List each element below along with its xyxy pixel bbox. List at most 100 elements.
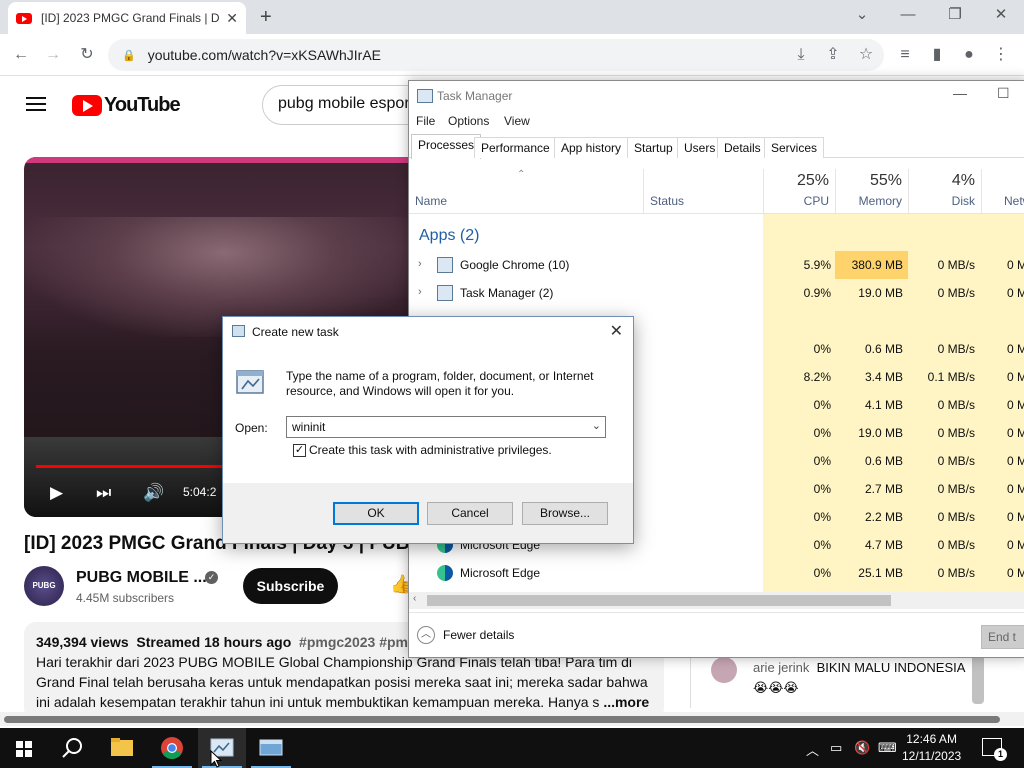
reading-list-icon[interactable]: ≡ xyxy=(894,44,916,66)
col-disk[interactable]: 4% Disk xyxy=(908,169,981,214)
admin-checkbox-label[interactable]: Create this task with administrative pri… xyxy=(309,443,552,457)
hashtags[interactable]: #pmgc2023 #pmgc xyxy=(299,634,424,650)
tm-minimize-icon[interactable]: — xyxy=(953,85,967,101)
task-manager-icon xyxy=(417,89,433,103)
install-icon[interactable]: ⤓ xyxy=(790,44,812,66)
process-memory: 2.7 MB xyxy=(864,482,903,496)
keyboard-icon[interactable]: ⌨ xyxy=(878,740,897,756)
task-manager-taskbar-button[interactable] xyxy=(198,728,246,768)
stream-time: Streamed 18 hours ago xyxy=(136,634,292,650)
menu-options[interactable]: Options xyxy=(448,114,489,128)
volume-icon[interactable]: 🔊 xyxy=(143,483,164,503)
video-progress-bar[interactable] xyxy=(36,465,222,468)
col-cpu[interactable]: 25% CPU xyxy=(763,169,835,214)
admin-checkbox[interactable]: ✓ xyxy=(293,444,306,457)
process-disk: 0 MB/s xyxy=(937,566,975,580)
subscribe-button[interactable]: Subscribe xyxy=(243,568,338,604)
menu-file[interactable]: File xyxy=(416,114,435,128)
tab-app-history[interactable]: App history xyxy=(554,137,629,158)
expand-chevron-icon[interactable]: › xyxy=(418,258,422,270)
share-icon[interactable]: ⇪ xyxy=(822,44,844,66)
youtube-logo[interactable]: YouTube xyxy=(72,94,181,117)
process-row[interactable]: › Task Manager (2) 0.9% 19.0 MB 0 MB/s 0 M xyxy=(409,279,1024,307)
start-button[interactable] xyxy=(0,728,48,768)
open-combobox[interactable]: wininit ⌄ xyxy=(286,416,606,438)
tab-performance[interactable]: Performance xyxy=(474,137,557,158)
volume-muted-icon[interactable]: 🔇 xyxy=(854,740,870,756)
col-name[interactable]: Name xyxy=(415,194,447,208)
sort-up-icon: ⌃ xyxy=(517,169,526,180)
profile-icon[interactable]: ● xyxy=(958,44,980,66)
tab-services[interactable]: Services xyxy=(764,137,825,158)
process-name: Task Manager (2) xyxy=(460,286,554,300)
ok-button[interactable]: OK xyxy=(333,502,419,525)
tab-search-icon[interactable]: ⌄ xyxy=(852,6,872,26)
col-network[interactable]: Netw xyxy=(981,169,1024,214)
run-icon xyxy=(259,739,283,756)
chrome-taskbar-button[interactable] xyxy=(148,728,196,768)
open-value: wininit xyxy=(292,420,326,434)
tray-chevron-icon[interactable]: ︿ xyxy=(806,740,819,759)
channel-name[interactable]: PUBG MOBILE ... xyxy=(76,569,207,587)
close-window-icon[interactable]: ✕ xyxy=(991,6,1011,26)
minimize-icon[interactable]: — xyxy=(898,6,918,26)
dialog-close-icon[interactable]: ✕ xyxy=(610,321,623,341)
dropdown-chevron-icon[interactable]: ⌄ xyxy=(592,419,601,432)
menu-hamburger-icon[interactable] xyxy=(26,97,46,111)
windows-logo-icon xyxy=(16,741,32,757)
tab-processes[interactable]: Processes xyxy=(411,134,482,159)
network-icon[interactable]: ▭ xyxy=(830,740,842,756)
bookmark-star-icon[interactable]: ☆ xyxy=(855,44,877,66)
process-row[interactable]: › Google Chrome (10) 5.9% 380.9 MB 0 MB/s 0 M xyxy=(409,251,1024,279)
chrome-menu-icon[interactable]: ⋮ xyxy=(990,44,1012,66)
play-icon[interactable]: ▶ xyxy=(50,483,63,503)
tab-startup[interactable]: Startup xyxy=(627,137,680,158)
process-row[interactable]: Microsoft Edge 0% 25.1 MB 0 MB/s 0 M xyxy=(409,559,1024,587)
task-manager-icon xyxy=(437,285,453,301)
taskbar-clock[interactable]: 12:46 AM 12/11/2023 xyxy=(902,731,961,765)
chevron-up-icon: ︿ xyxy=(417,626,435,644)
page-horizontal-scrollbar[interactable] xyxy=(0,712,1024,726)
show-more-link[interactable]: ...more xyxy=(603,694,649,710)
open-label: Open: xyxy=(235,421,268,435)
taskbar-search-button[interactable] xyxy=(48,728,96,768)
tab-close-icon[interactable]: ✕ xyxy=(226,10,238,27)
col-memory[interactable]: 55% Memory xyxy=(835,169,908,214)
process-network: 0 M xyxy=(1007,258,1024,272)
tab-details[interactable]: Details xyxy=(717,137,768,158)
browser-tab[interactable]: [ID] 2023 PMGC Grand Finals | D ✕ xyxy=(8,2,246,34)
col-status[interactable]: Status xyxy=(643,169,763,214)
view-count: 349,394 views xyxy=(36,634,129,650)
scroll-left-icon[interactable]: ‹ xyxy=(413,593,416,604)
process-disk: 0 MB/s xyxy=(937,482,975,496)
back-icon[interactable]: ← xyxy=(10,44,32,66)
process-cpu: 0% xyxy=(813,482,831,496)
forward-icon[interactable]: → xyxy=(42,44,64,66)
tm-horizontal-scrollbar[interactable]: ‹ xyxy=(409,592,1024,609)
side-panel-icon[interactable]: ▮ xyxy=(926,44,948,66)
menu-view[interactable]: View xyxy=(504,114,530,128)
chat-scrollbar[interactable] xyxy=(972,652,984,704)
tab-users[interactable]: Users xyxy=(677,137,723,158)
process-disk: 0 MB/s xyxy=(937,510,975,524)
browse-button[interactable]: Browse... xyxy=(522,502,608,525)
end-task-button[interactable]: End t xyxy=(981,625,1024,649)
apps-group-header: Apps (2) xyxy=(419,227,480,244)
channel-avatar[interactable]: PUBG xyxy=(24,566,64,606)
file-explorer-button[interactable] xyxy=(98,728,146,768)
address-bar[interactable]: 🔒 youtube.com/watch?v=xKSAWhJIrAE xyxy=(108,39,884,71)
process-memory: 25.1 MB xyxy=(858,566,903,580)
fewer-details-button[interactable]: ︿ Fewer details xyxy=(417,626,514,644)
dialog-titlebar: Create new task ✕ xyxy=(223,317,633,345)
tm-maximize-icon[interactable]: ☐ xyxy=(997,85,1010,102)
new-tab-button[interactable]: + xyxy=(260,6,272,29)
process-memory: 3.4 MB xyxy=(864,370,903,384)
notification-center-icon[interactable]: 1 xyxy=(982,738,1007,761)
cancel-button[interactable]: Cancel xyxy=(427,502,513,525)
expand-chevron-icon[interactable]: › xyxy=(418,286,422,298)
reload-icon[interactable]: ↻ xyxy=(76,44,98,66)
process-cpu: 0.9% xyxy=(803,286,831,300)
next-icon[interactable]: ⏭ xyxy=(96,483,111,503)
restore-icon[interactable]: ❐ xyxy=(945,6,965,26)
run-taskbar-button[interactable] xyxy=(247,728,295,768)
